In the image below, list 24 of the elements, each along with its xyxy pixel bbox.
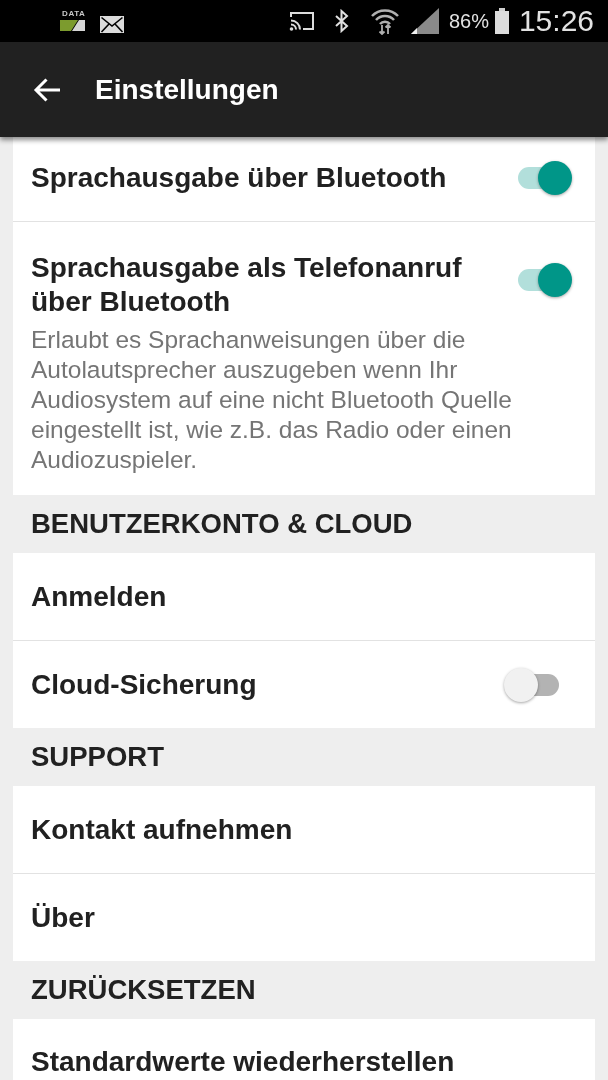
data-indicator-icon <box>60 20 85 31</box>
setting-item[interactable]: Standardwerte wiederherstellen <box>31 1046 455 1077</box>
battery-percent: 86% <box>448 9 489 33</box>
setting-label: Cloud-Sicherung <box>31 668 257 700</box>
section-header: BENUTZERKONTO & CLOUD <box>31 508 413 540</box>
setting-item[interactable]: Über <box>31 901 95 933</box>
back-arrow-icon <box>33 77 61 102</box>
cast-icon <box>288 11 315 31</box>
section-header: ZURÜCKSETZEN <box>31 974 256 1006</box>
battery-icon <box>494 8 509 34</box>
mail-icon <box>100 15 125 33</box>
setting-label: Sprachausgabe als Telefonanruf über Bluetooth <box>31 252 462 317</box>
clock-time: 15:26 <box>518 4 594 38</box>
setting-description: Erlaubt es Sprachanweisungen über die Autolautsprecher auszugeben wenn Ihr Audiosystem auf eine nicht Bluetooth Quelle eingestellt ist, wie z.B. das Radio oder einen Audiozuspieler. <box>31 326 512 473</box>
setting-item[interactable]: Anmelden <box>31 580 167 612</box>
wifi-icon <box>369 7 400 35</box>
bluetooth-icon <box>333 9 350 33</box>
setting-label: Sprachausgabe über Bluetooth <box>31 161 447 193</box>
data-label: DATA <box>62 9 86 18</box>
back-button[interactable] <box>33 77 61 102</box>
section-header: SUPPORT <box>31 741 164 773</box>
setting-item[interactable]: Kontakt aufnehmen <box>31 813 293 845</box>
app-title: Einstellungen <box>95 73 279 106</box>
signal-icon <box>410 8 439 34</box>
